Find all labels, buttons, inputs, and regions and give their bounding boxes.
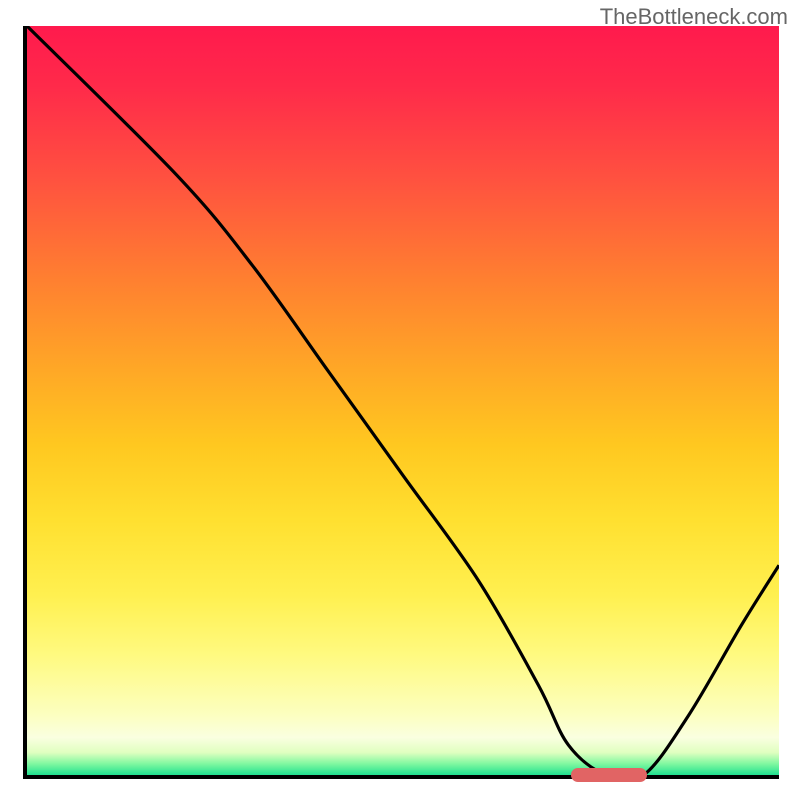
bottleneck-curve — [27, 26, 779, 775]
optimal-marker — [571, 768, 647, 782]
curve-svg — [27, 26, 779, 775]
watermark-text: TheBottleneck.com — [600, 4, 788, 30]
plot-area — [23, 26, 779, 779]
bottleneck-chart: TheBottleneck.com — [0, 0, 800, 800]
